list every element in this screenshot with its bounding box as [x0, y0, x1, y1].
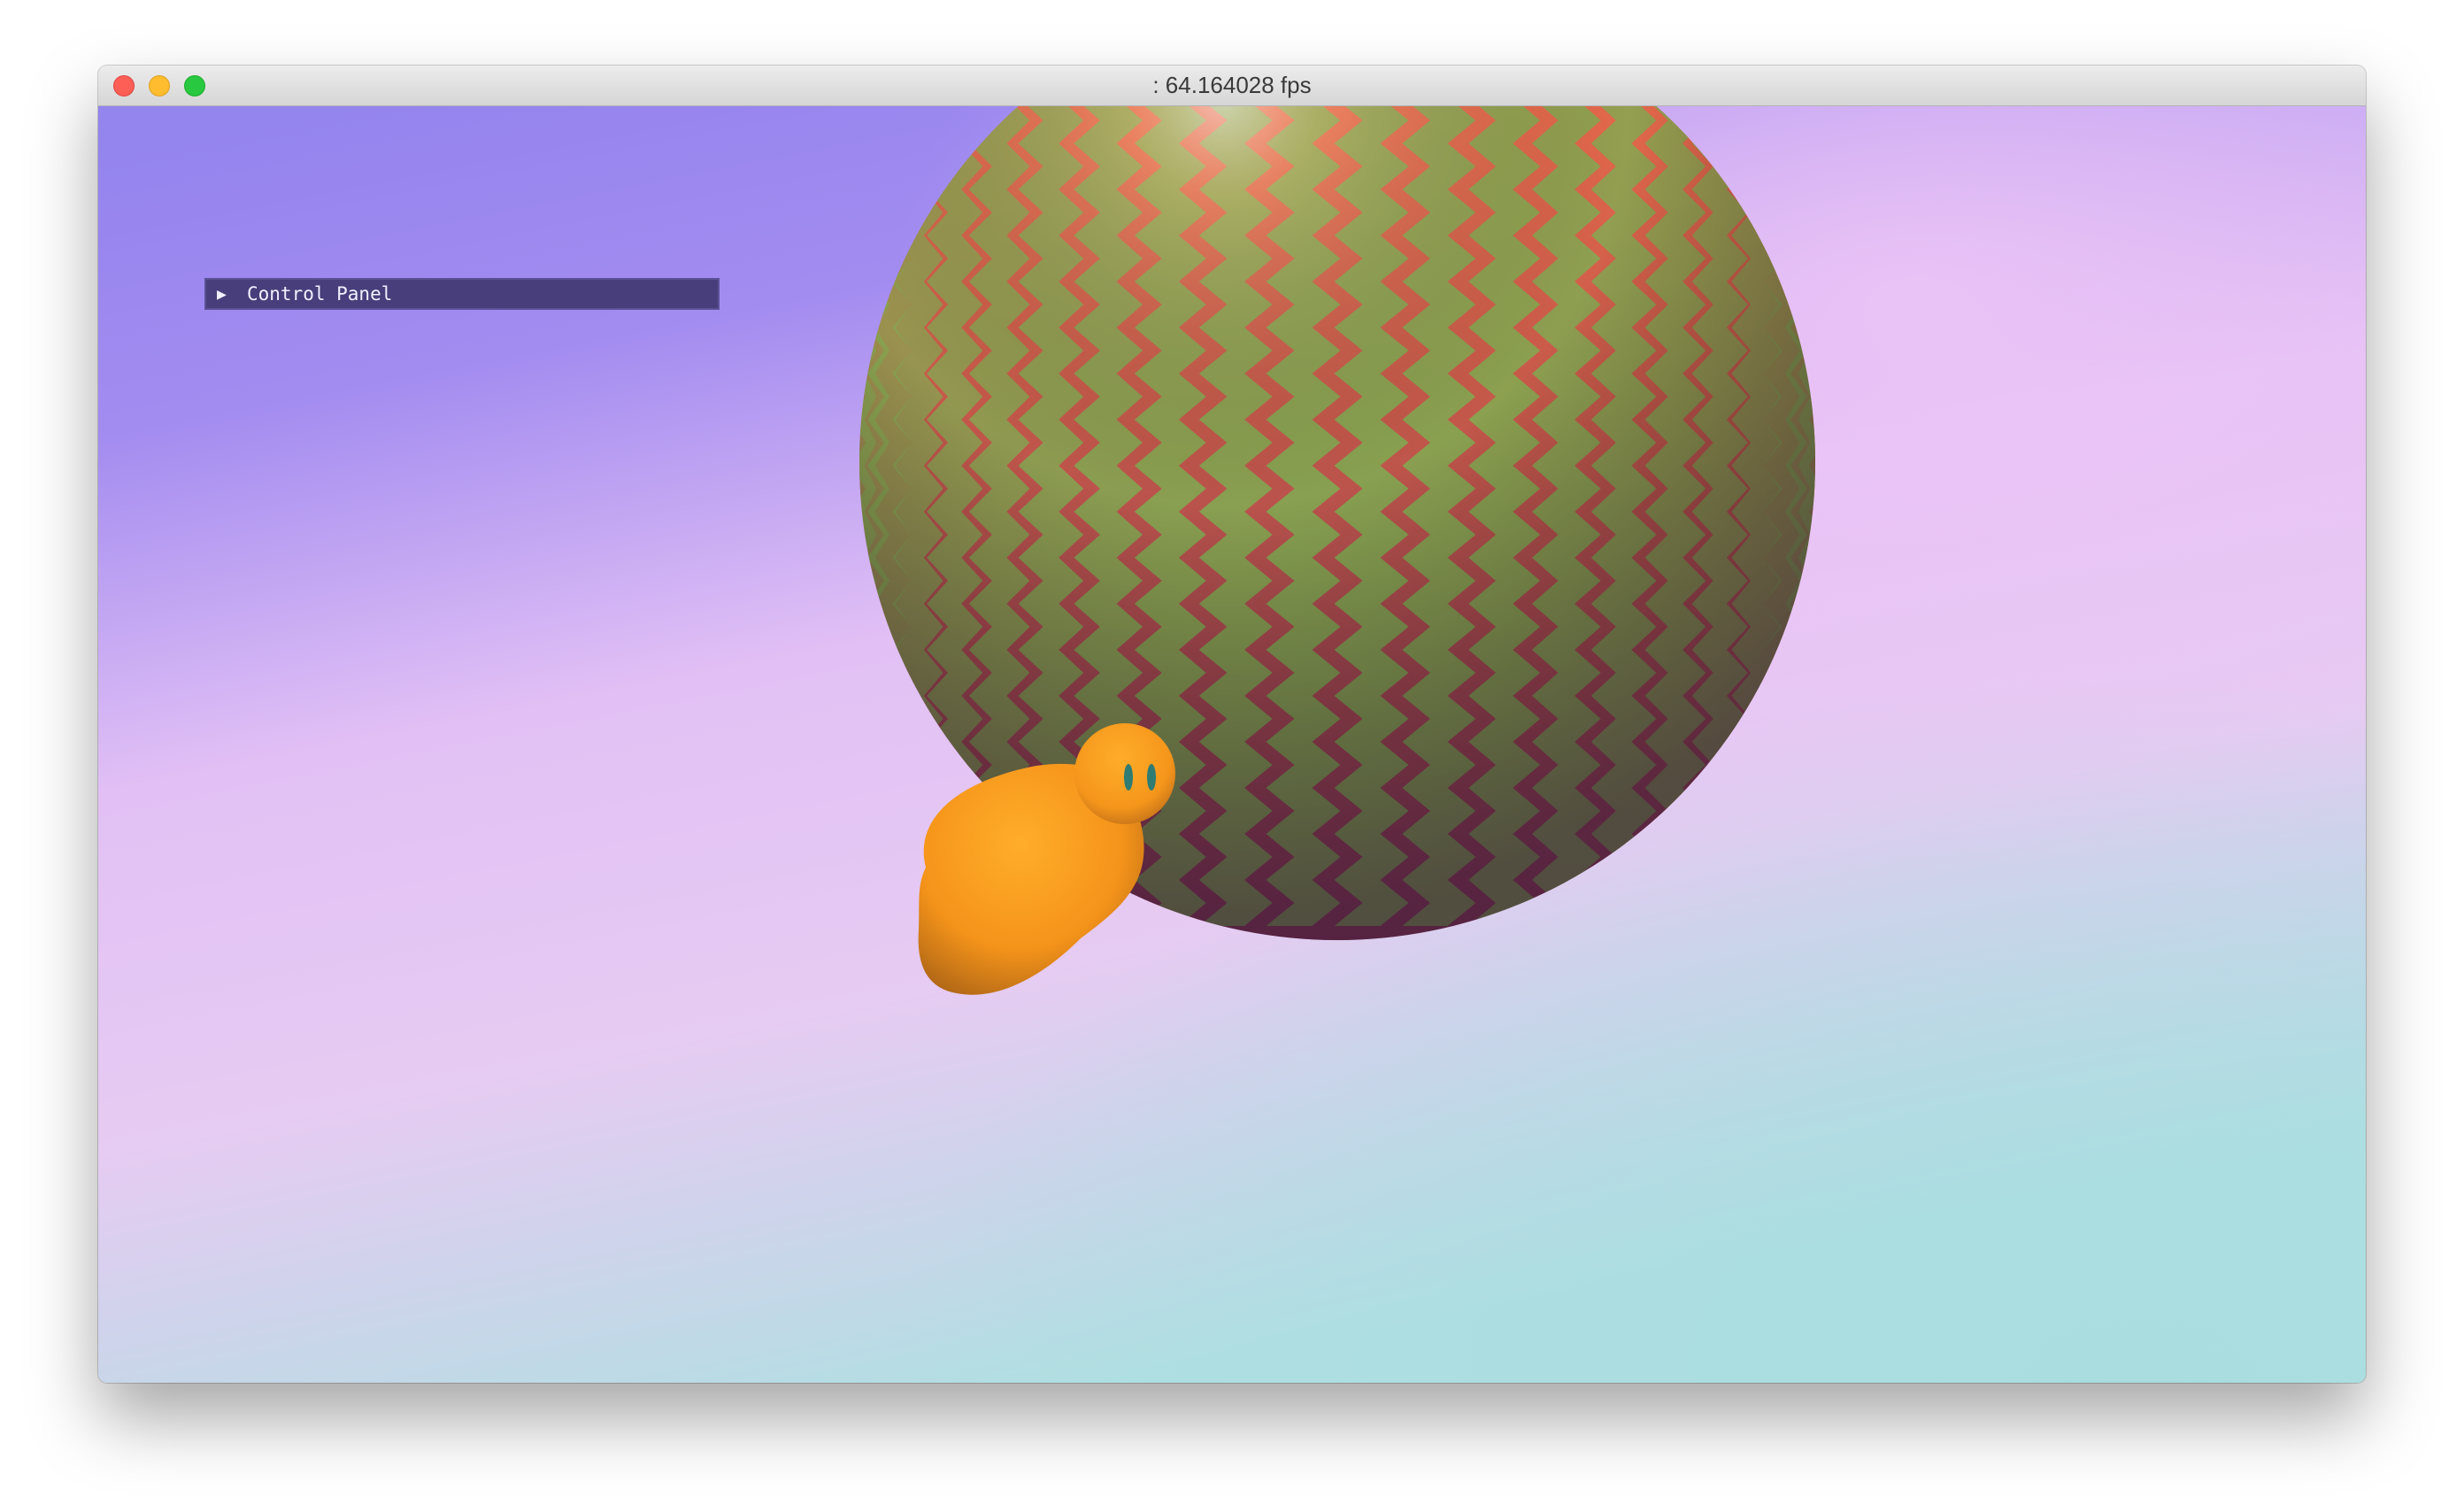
triangle-right-icon[interactable]: ▶: [217, 285, 235, 304]
render-viewport[interactable]: ▶ Control Panel: [98, 106, 2366, 1383]
window-title: : 64.164028 fps: [1152, 72, 1312, 98]
title-bar[interactable]: : 64.164028 fps: [98, 66, 2366, 106]
control-panel-header[interactable]: ▶ Control Panel: [204, 278, 720, 310]
left-eye: [1124, 764, 1133, 791]
right-eye: [1147, 764, 1156, 791]
app-window: : 64.164028 fps ▶ Control Panel: [98, 66, 2366, 1383]
control-panel-label: Control Panel: [247, 283, 393, 305]
